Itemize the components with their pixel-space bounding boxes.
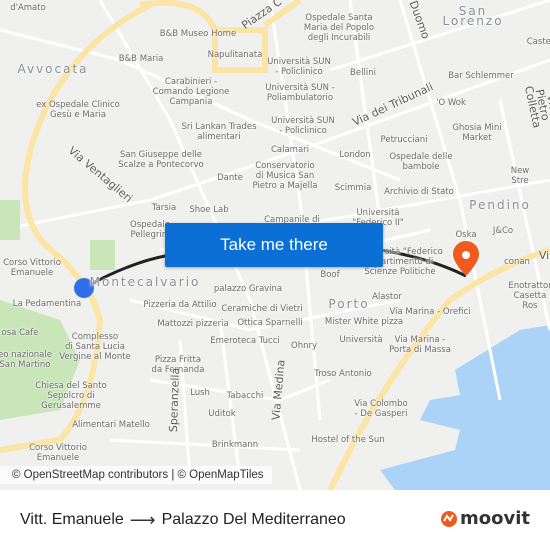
poi-label: Shoe Lab (189, 205, 229, 215)
arrow-right-icon: ⟶ (129, 509, 156, 530)
poi-label: Ospedale delle bambole (389, 152, 453, 172)
poi-label: Università SUN - Policlinico (267, 57, 331, 77)
poi-label: Dante (217, 173, 243, 183)
poi-label: Via Marina - Porta di Massa (389, 335, 451, 355)
poi-label: Corso Vittorio Emanuele (29, 443, 87, 463)
poi-label: San Giuseppe delle Scalze a Pontecorvo (118, 150, 204, 170)
poi-label: Ohnry (291, 341, 317, 351)
poi-label: Complesso di Santa Lucia Vergine al Mont… (59, 332, 131, 362)
poi-label: Enotrattor Casetta Ros (508, 281, 550, 311)
poi-label: Boof (320, 270, 340, 280)
poi-label: Ospedale Pellegrini (130, 220, 170, 240)
poi-label: conan (504, 257, 530, 267)
poi-label: Archivio di Stato (384, 187, 454, 197)
poi-label: Lush (190, 388, 210, 398)
poi-label: Scimmia (334, 183, 372, 193)
poi-label: Ghosia Mini Market (452, 123, 502, 143)
poi-label: Università SUN - Policlinico (271, 116, 335, 136)
poi-label: Via Colombo - De Gasperi (354, 399, 408, 419)
map[interactable]: d'Amato B&B Museo Home B&B Maria Napulitana… (0, 0, 550, 490)
poi-label: 'O Wok (436, 98, 466, 108)
street-label: Vi (538, 249, 550, 262)
district-label: Pendino (469, 198, 531, 212)
poi-label: Napulitanata (207, 50, 263, 60)
poi-label: B&B Museo Home (159, 29, 237, 39)
poi-label: Via Marina - Orefici (389, 307, 471, 317)
poi-label: Alastor (372, 292, 402, 302)
poi-label: Mister White pizza (324, 317, 404, 327)
destination-name: Palazzo Del Mediterraneo (161, 511, 346, 528)
poi-label: d'Amato (10, 3, 46, 13)
poi-label: Università (339, 335, 383, 345)
poi-label: eo nazionale San Martino (0, 350, 52, 370)
district-label: San Lorenzo (442, 4, 504, 28)
poi-label: ex Ospedale Clinico Gesù e Maria (36, 100, 120, 120)
poi-label: osa Cafe (1, 328, 39, 338)
poi-label: Università SUN - Poliambulatorio (265, 83, 335, 103)
poi-label: Castel (526, 37, 550, 47)
poi-label: Oska (455, 230, 477, 240)
poi-label: Conservatorio di Musica San Pietro a Maj… (252, 161, 318, 191)
poi-label: Brinkmann (211, 440, 259, 450)
poi-label: Chiesa del Santo Sepolcro di Gerusalemme (35, 381, 107, 411)
poi-label: New Stre (510, 166, 530, 186)
poi-label: Bellini (350, 68, 376, 78)
district-label: Montecalvario (89, 275, 201, 289)
poi-label: Ospedale Santa Maria del Popolo degli In… (303, 13, 375, 43)
poi-label: Corso Vittorio Emanuele (3, 258, 61, 278)
map-attribution[interactable]: © OpenStreetMap contributors | © OpenMap… (0, 466, 272, 484)
poi-label: London (339, 150, 371, 160)
district-label: Avvocata (17, 62, 89, 76)
poi-label: Calamari (270, 145, 310, 155)
poi-label: Mattozzi pizzeria (157, 319, 229, 329)
moovit-logo-icon (441, 510, 457, 527)
origin-name: Vitt. Emanuele (20, 511, 124, 528)
poi-label: Troso Antonio (314, 369, 372, 379)
poi-label: Sri Lankan Trades alimentari (181, 122, 257, 142)
poi-label: Tabacchi (226, 391, 264, 401)
poi-label: J&Co (492, 226, 514, 236)
district-label: Porto (328, 297, 370, 311)
poi-label: B&B Maria (118, 54, 164, 64)
poi-label: palazzo Gravina (213, 284, 283, 294)
poi-label: Carabinieri - Comando Legione Campania (152, 77, 230, 107)
poi-label: Tarsia (151, 203, 177, 213)
poi-label: Ceramiche di Vietri (221, 304, 303, 314)
poi-label: Emeroteca Tucci (210, 336, 280, 346)
take-me-there-button[interactable]: Take me there (165, 223, 383, 267)
street-label: Speranzella (166, 367, 183, 433)
moovit-logo-text: moovit (460, 508, 530, 529)
poi-label: Petrucciani (380, 135, 428, 145)
poi-label: Bar Schlemmer (448, 71, 514, 81)
poi-label: Pizzeria da Attilio (143, 300, 217, 310)
poi-label: Uditok (208, 409, 236, 419)
poi-label: Hostel of the Sun (311, 435, 385, 445)
poi-label: Ottica Sparnelli (237, 318, 303, 328)
poi-label: La Pedamentina (12, 299, 82, 309)
poi-label: Alimentari Matello (72, 420, 150, 430)
moovit-logo: moovit (440, 508, 530, 529)
